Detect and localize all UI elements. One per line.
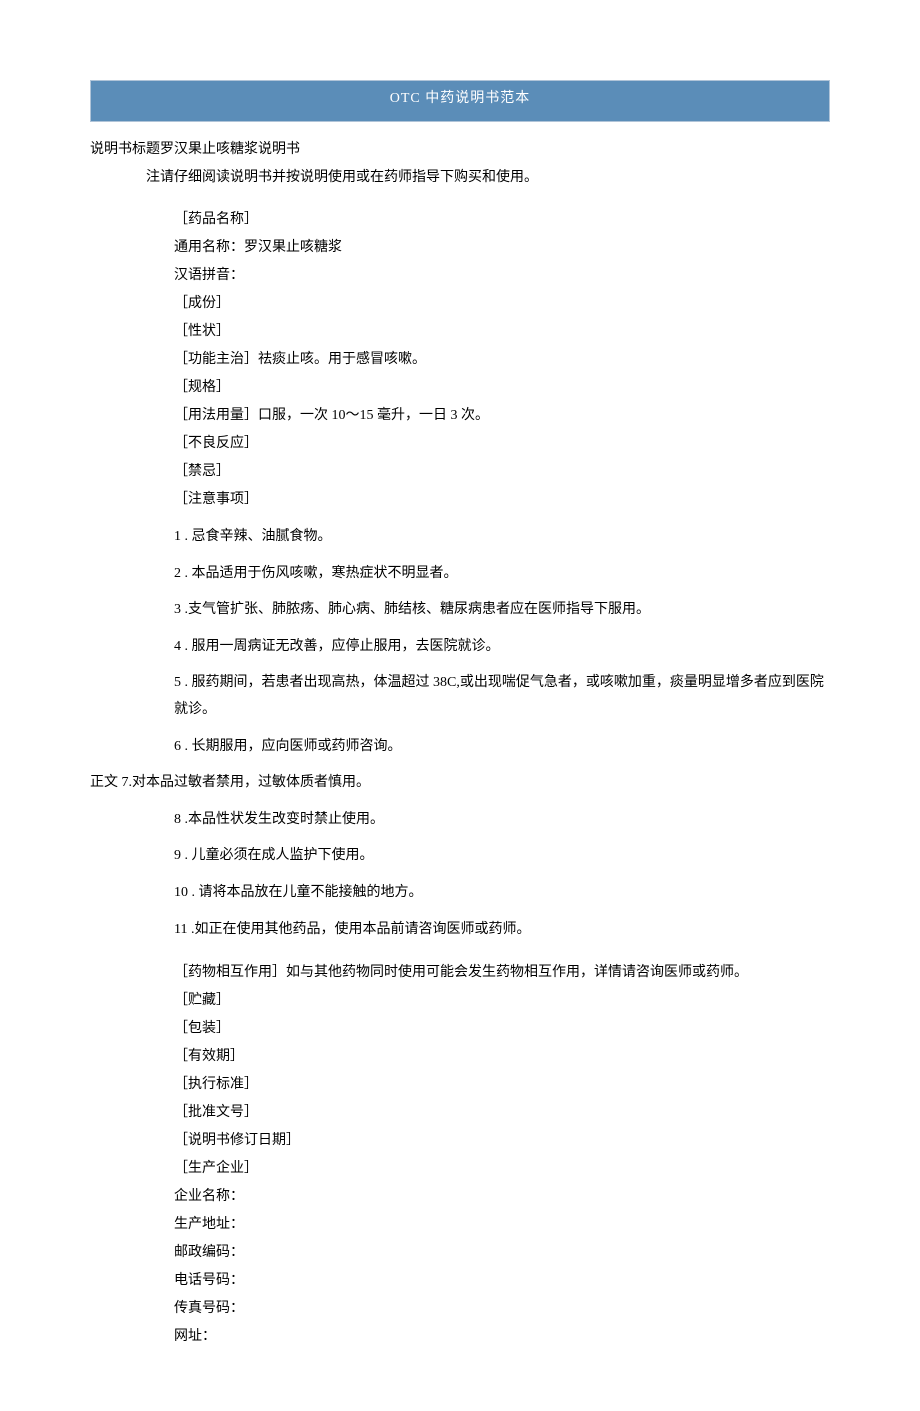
field-website: 网址： [90,1323,830,1351]
precaution-8: 8 .本品性状发生改变时禁止使用。 [90,807,830,834]
field-properties: ［性状］ [90,318,830,346]
precaution-3: 3 .支气管扩张、肺脓疡、肺心病、肺结核、糖尿病患者应在医师指导下服用。 [90,597,830,624]
field-indications: ［功能主治］祛痰止咳。用于感冒咳嗽。 [90,346,830,374]
field-common-name: 通用名称：罗汉果止咳糖浆 [90,234,830,262]
precaution-10: 10 . 请将本品放在儿童不能接触的地方。 [90,880,830,907]
precaution-1: 1 . 忌食辛辣、油腻食物。 [90,524,830,551]
field-adverse-reactions: ［不良反应］ [90,430,830,458]
field-contraindications: ［禁忌］ [90,458,830,486]
field-drug-name-heading: ［药品名称］ [90,206,830,234]
field-storage: ［贮藏］ [90,987,830,1015]
field-expiry: ［有效期］ [90,1043,830,1071]
field-specification: ［规格］ [90,374,830,402]
field-production-address: 生产地址： [90,1211,830,1239]
notice-line: 注请仔细阅读说明书并按说明使用或在药师指导下购买和使用。 [90,164,830,192]
precaution-4: 4 . 服用一周病证无改善，应停止服用，去医院就诊。 [90,634,830,661]
field-revision-date: ［说明书修订日期］ [90,1127,830,1155]
field-fax: 传真号码： [90,1295,830,1323]
field-pinyin: 汉语拼音： [90,262,830,290]
precaution-9: 9 . 儿童必须在成人监护下使用。 [90,843,830,870]
field-packaging: ［包装］ [90,1015,830,1043]
field-manufacturer-heading: ［生产企业］ [90,1155,830,1183]
banner-title: OTC 中药说明书范本 [90,80,830,122]
title-line: 说明书标题罗汉果止咳糖浆说明书 [90,136,830,164]
field-approval-number: ［批准文号］ [90,1099,830,1127]
precaution-11: 11 .如正在使用其他药品，使用本品前请咨询医师或药师。 [90,917,830,944]
precaution-6: 6 . 长期服用，应向医师或药师咨询。 [90,734,830,761]
field-postal-code: 邮政编码： [90,1239,830,1267]
field-ingredients: ［成份］ [90,290,830,318]
field-dosage: ［用法用量］口服，一次 10～15 毫升，一日 3 次。 [90,402,830,430]
field-phone: 电话号码： [90,1267,830,1295]
field-standard: ［执行标准］ [90,1071,830,1099]
spacer [90,192,830,206]
document-page: OTC 中药说明书范本 说明书标题罗汉果止咳糖浆说明书 注请仔细阅读说明书并按说… [0,0,920,1411]
precaution-5: 5 . 服药期间，若患者出现高热，体温超过 38C,或出现喘促气急者，或咳嗽加重… [90,670,830,723]
field-precautions-heading: ［注意事项］ [90,486,830,514]
field-drug-interactions: ［药物相互作用］如与其他药物同时使用可能会发生药物相互作用，详情请咨询医师或药师… [90,959,830,987]
body-label-precaution-7: 正文 7.对本品过敏者禁用，过敏体质者慎用。 [90,770,830,797]
precaution-2: 2 . 本品适用于伤风咳嗽，寒热症状不明显者。 [90,561,830,588]
field-company-name: 企业名称： [90,1183,830,1211]
